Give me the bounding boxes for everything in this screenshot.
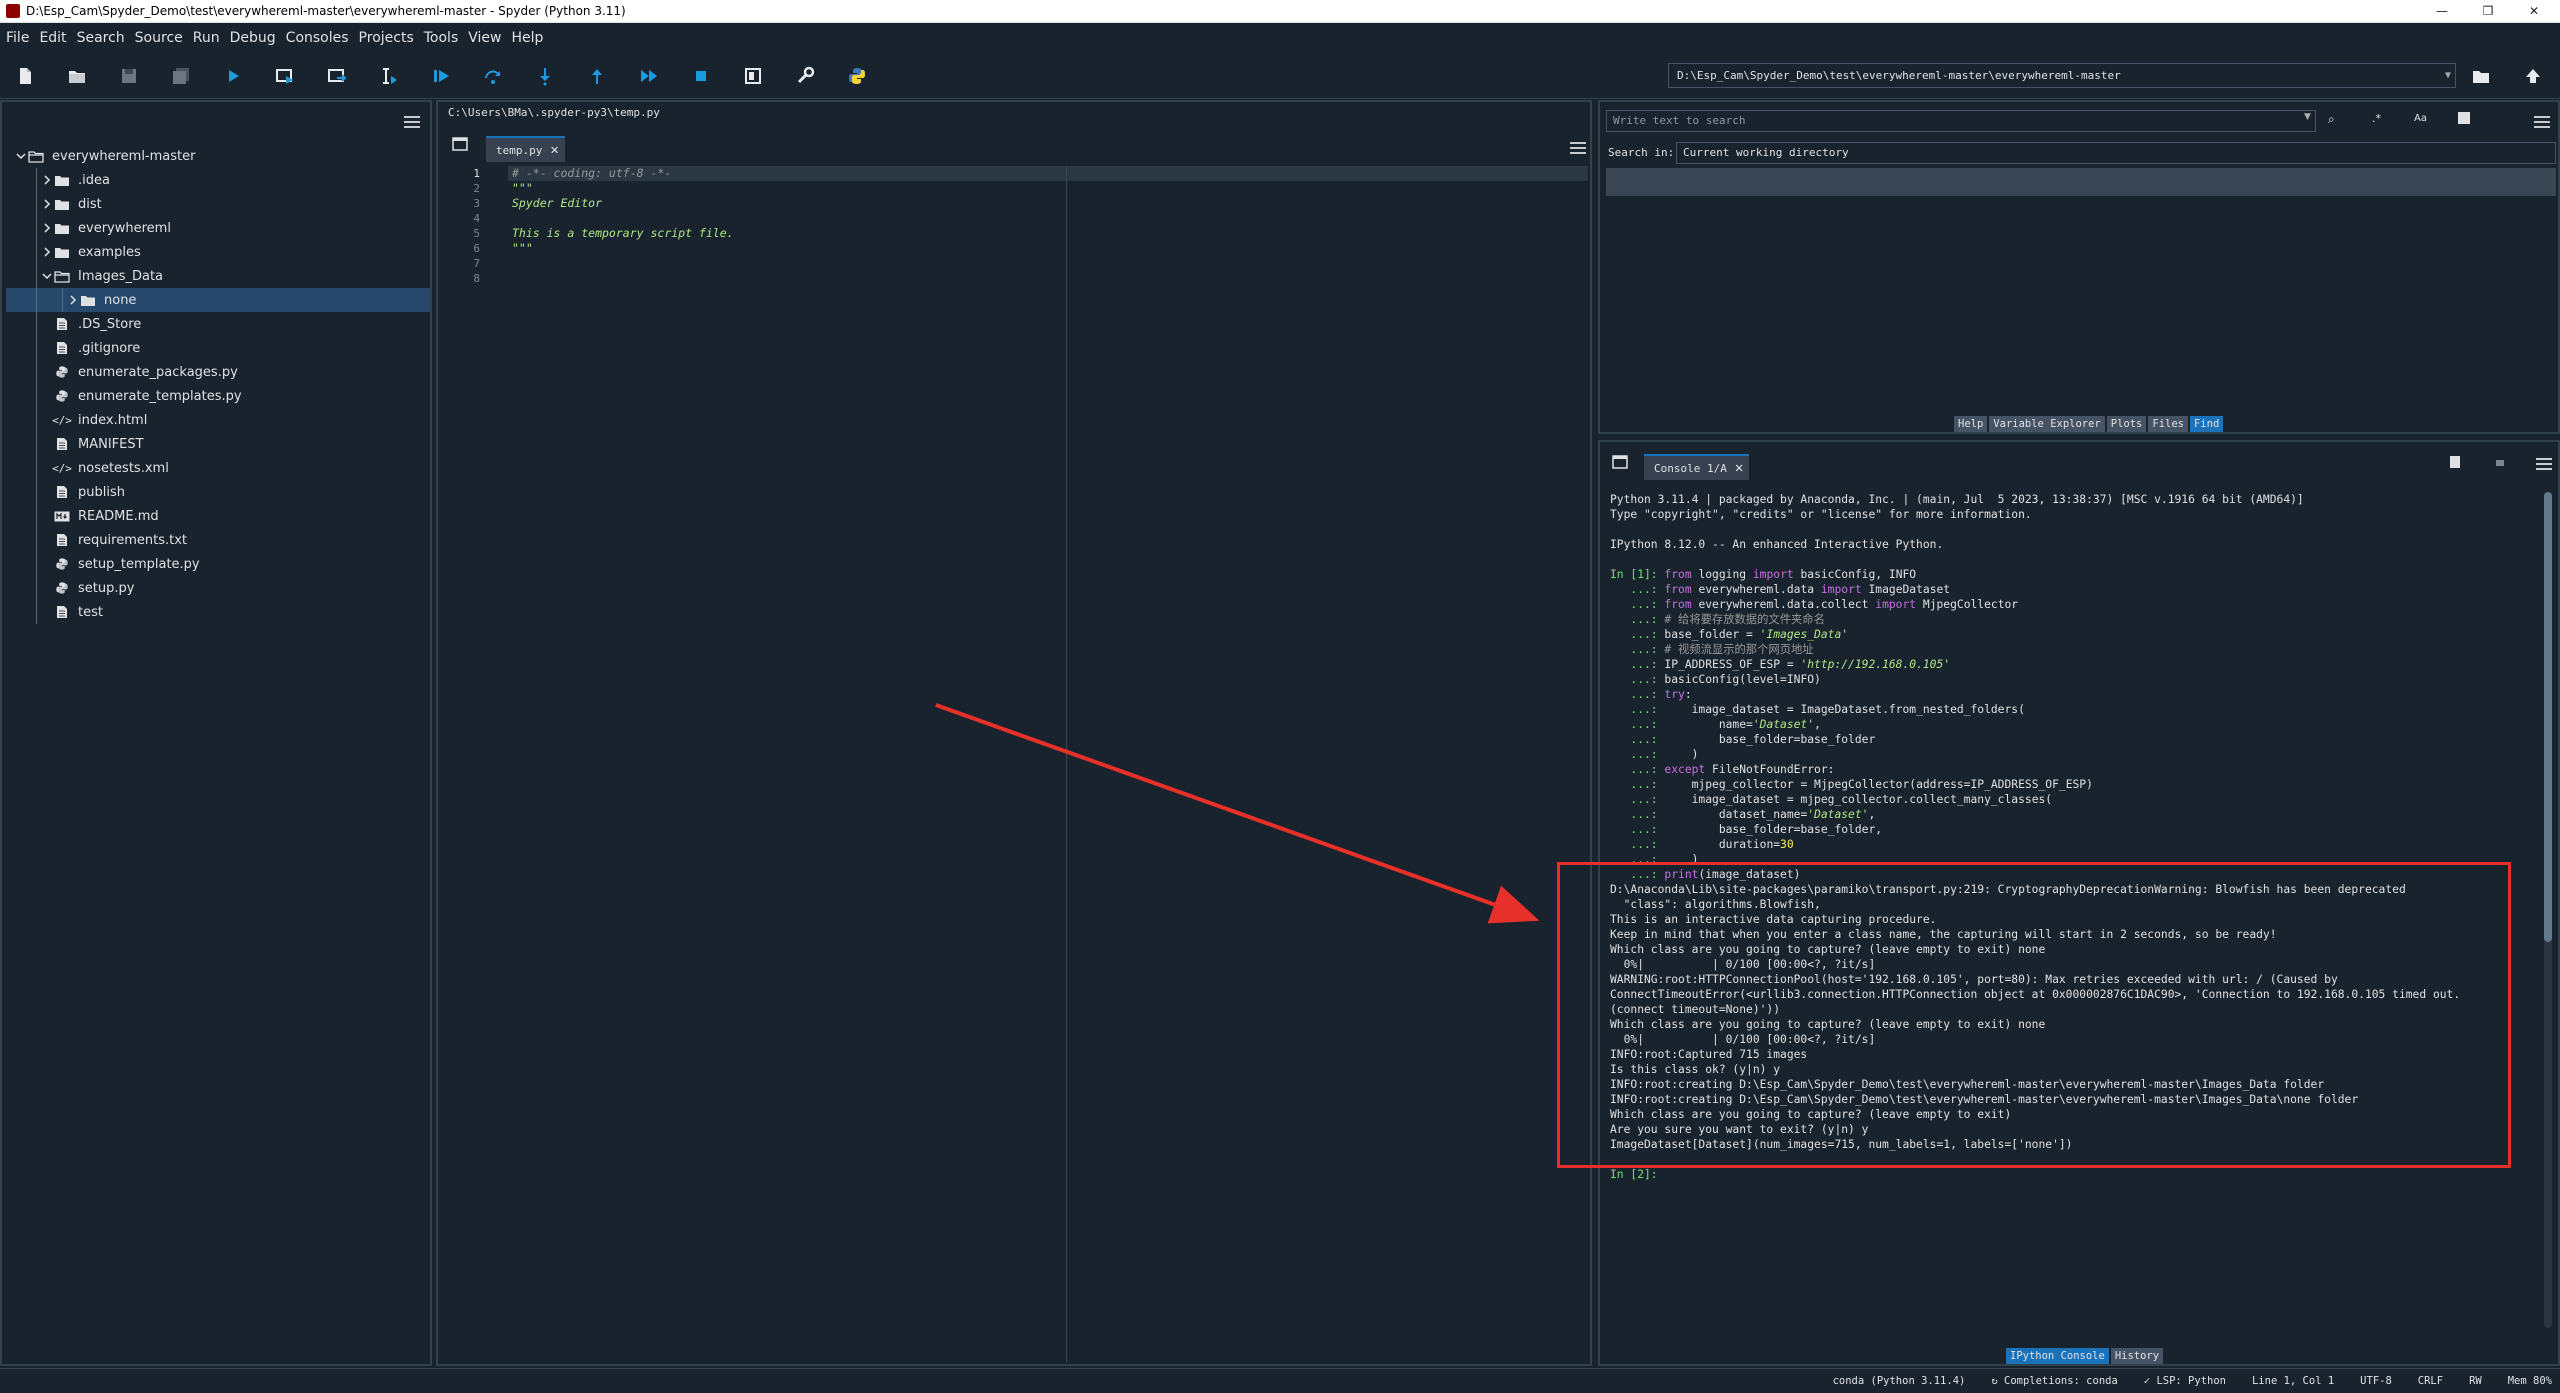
annotation-overlay: [935, 703, 1540, 924]
status-lsp-python: ✓ LSP: Python: [2143, 1375, 2226, 1387]
status-line-1-col-1: Line 1, Col 1: [2251, 1375, 2335, 1387]
status-bar: conda (Python 3.11.4) ↻ Completions: cond…: [0, 1368, 2560, 1393]
spyder-window: D:\Esp_Cam\Spyder_Demo\test\everywhereml…: [0, 0, 2560, 1393]
annotation-highlight-box: [1557, 862, 2511, 1168]
status-conda-python-3-11-4: conda (Python 3.11.4): [1832, 1375, 1966, 1387]
status-completions-conda: ↻ Completions: conda: [1991, 1375, 2118, 1387]
annotation-arrow: [935, 703, 1540, 924]
status-utf-8: UTF-8: [2360, 1375, 2392, 1387]
status-crlf: CRLF: [2417, 1375, 2444, 1387]
status-rw: RW: [2469, 1375, 2482, 1387]
status-mem-80: Mem 80%: [2507, 1375, 2552, 1387]
